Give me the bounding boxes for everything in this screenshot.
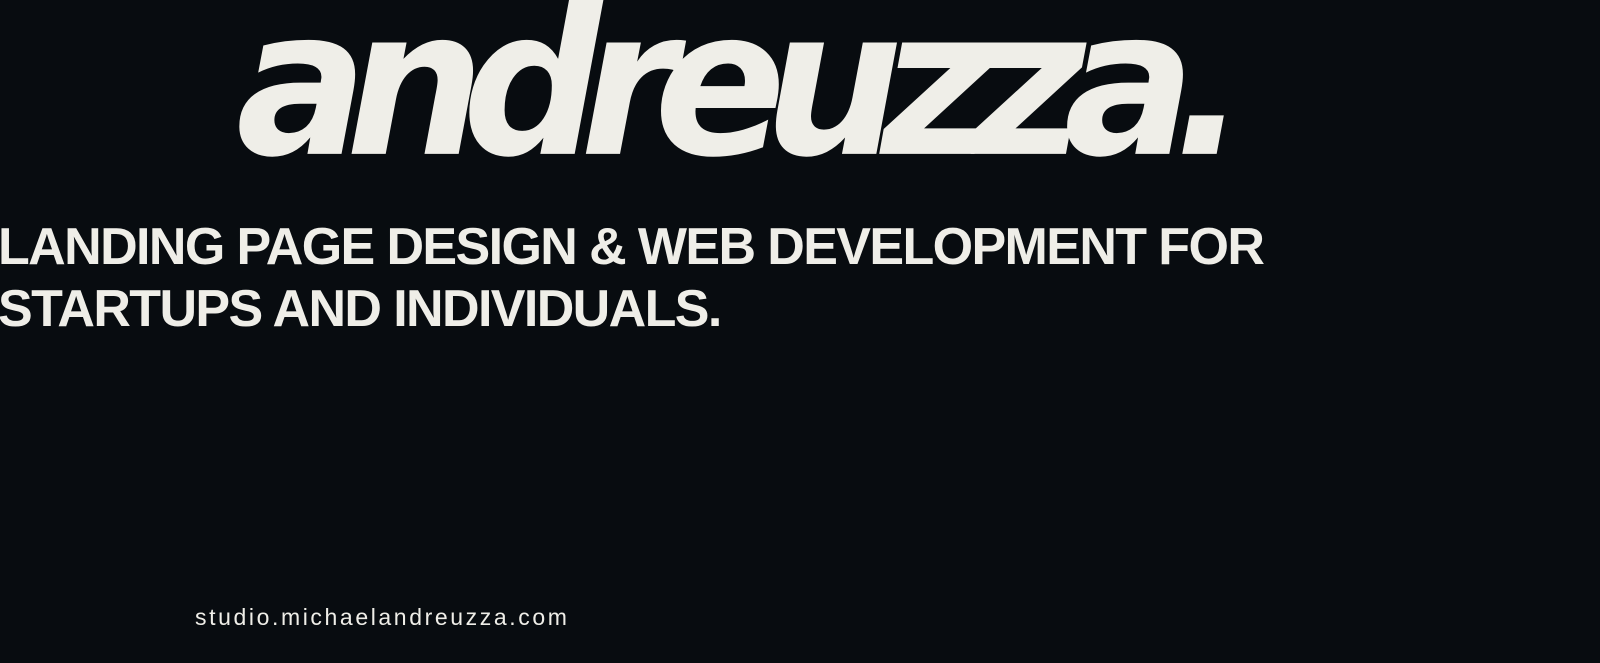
brand-logo: andreuzza. [236,0,1247,202]
tagline-line-2: STARTUPS AND INDIVIDUALS. [0,280,722,338]
hero-tagline: LANDING PAGE DESIGN & WEB DEVELOPMENT FO… [0,216,1265,340]
tagline-line-1: LANDING PAGE DESIGN & WEB DEVELOPMENT FO… [0,218,1265,276]
studio-url-link[interactable]: studio.michaelandreuzza.com [195,604,569,631]
